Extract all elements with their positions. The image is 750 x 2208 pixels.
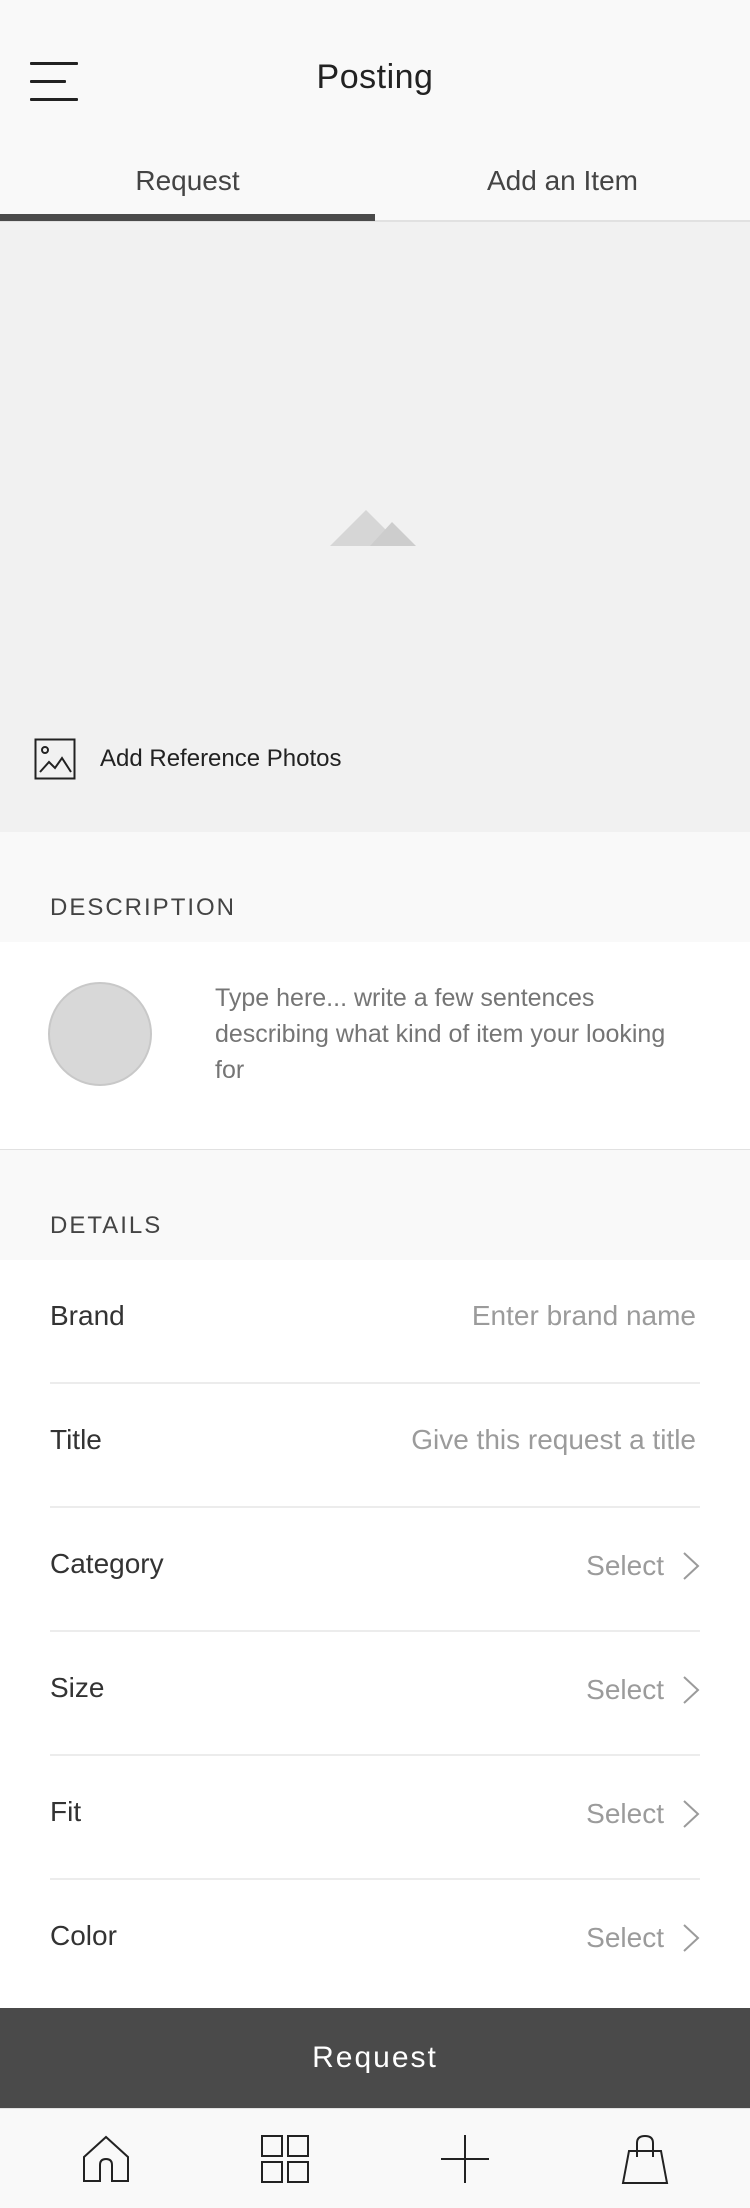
chevron-right-icon bbox=[683, 1552, 700, 1580]
details-form: Brand Title Category Select Size Select … bbox=[0, 1260, 750, 2008]
title-input[interactable] bbox=[276, 1420, 696, 1460]
detail-row-brand: Brand bbox=[50, 1260, 700, 1384]
detail-row-title: Title bbox=[50, 1384, 700, 1508]
nav-post[interactable] bbox=[439, 2133, 491, 2185]
chevron-right-icon bbox=[683, 1800, 700, 1828]
category-label: Category bbox=[50, 1548, 164, 1579]
tab-bar: Request Add an Item bbox=[0, 140, 750, 222]
nav-home[interactable] bbox=[80, 2133, 132, 2185]
mountain-placeholder-icon bbox=[330, 510, 416, 546]
chevron-right-icon bbox=[683, 1676, 700, 1704]
category-value: Select bbox=[586, 1550, 664, 1581]
detail-row-color[interactable]: Color Select bbox=[50, 1880, 700, 2004]
chevron-right-icon bbox=[683, 1924, 700, 1952]
fit-value: Select bbox=[586, 1798, 664, 1829]
brand-label: Brand bbox=[50, 1300, 125, 1331]
color-select[interactable]: Select bbox=[586, 1918, 700, 1958]
description-heading: DESCRIPTION bbox=[50, 894, 237, 921]
detail-row-fit[interactable]: Fit Select bbox=[50, 1756, 700, 1880]
detail-row-category[interactable]: Category Select bbox=[50, 1508, 700, 1632]
add-reference-photos-label: Add Reference Photos bbox=[100, 745, 342, 772]
detail-row-size[interactable]: Size Select bbox=[50, 1632, 700, 1756]
description-panel bbox=[0, 942, 750, 1150]
size-select[interactable]: Select bbox=[586, 1670, 700, 1710]
nav-bag[interactable] bbox=[619, 2133, 671, 2185]
details-section-header: DETAILS bbox=[0, 1150, 750, 1260]
description-section-header: DESCRIPTION bbox=[0, 832, 750, 942]
plus-icon bbox=[441, 2135, 489, 2183]
fit-select[interactable]: Select bbox=[586, 1794, 700, 1834]
grid-icon bbox=[261, 2135, 309, 2183]
description-input[interactable] bbox=[215, 980, 685, 1092]
fit-label: Fit bbox=[50, 1796, 82, 1827]
color-value: Select bbox=[586, 1922, 664, 1953]
category-select[interactable]: Select bbox=[586, 1546, 700, 1586]
add-reference-photos-button[interactable]: Add Reference Photos bbox=[34, 737, 342, 781]
avatar bbox=[48, 982, 152, 1086]
page-title: Posting bbox=[316, 58, 434, 96]
details-heading: DETAILS bbox=[50, 1212, 163, 1239]
active-tab-indicator bbox=[0, 214, 375, 221]
bottom-nav bbox=[0, 2108, 750, 2208]
size-value: Select bbox=[586, 1674, 664, 1705]
picture-icon bbox=[34, 738, 76, 780]
tab-request[interactable]: Request bbox=[0, 140, 375, 222]
tab-add-an-item[interactable]: Add an Item bbox=[375, 140, 750, 222]
title-label: Title bbox=[50, 1424, 102, 1455]
brand-input[interactable] bbox=[316, 1296, 696, 1336]
request-button[interactable]: Request bbox=[0, 2008, 750, 2108]
reference-photo-area[interactable]: Add Reference Photos bbox=[0, 222, 750, 832]
size-label: Size bbox=[50, 1672, 105, 1703]
nav-browse[interactable] bbox=[259, 2133, 311, 2185]
app-header: Posting bbox=[0, 0, 750, 160]
color-label: Color bbox=[50, 1920, 117, 1951]
home-icon bbox=[83, 2135, 129, 2182]
shopping-bag-icon bbox=[621, 2134, 669, 2184]
